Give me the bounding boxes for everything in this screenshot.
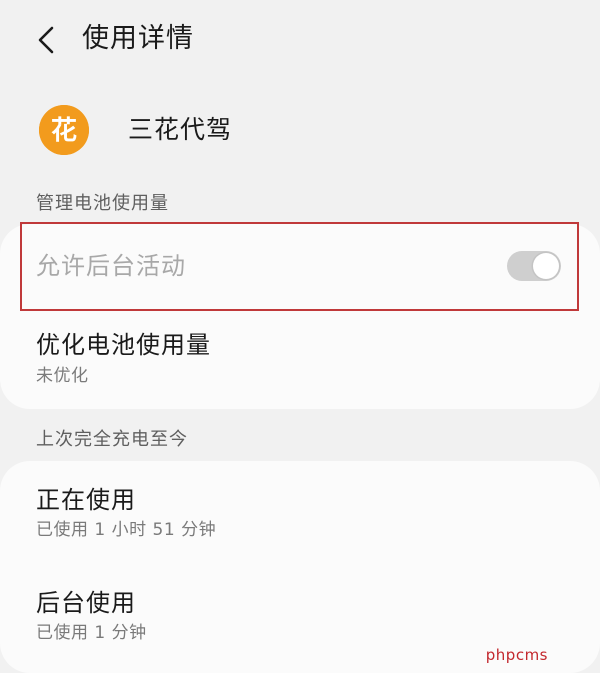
foreground-usage-value: 已使用 1 小时 51 分钟 <box>36 520 217 540</box>
background-usage-title: 后台使用 <box>36 589 136 617</box>
foreground-usage-title: 正在使用 <box>36 486 136 514</box>
background-usage-value: 已使用 1 分钟 <box>36 623 147 643</box>
section-header-battery: 管理电池使用量 <box>36 193 169 214</box>
watermark-text: phpcms <box>485 646 548 664</box>
app-name: 三花代驾 <box>128 115 233 144</box>
optimize-battery-row[interactable]: 优化电池使用量 未优化 <box>0 316 600 409</box>
header-bar: 使用详情 <box>0 0 600 80</box>
chevron-left-icon <box>38 26 54 54</box>
svg-text:花: 花 <box>51 116 77 146</box>
highlight-annotation <box>20 222 579 311</box>
usage-row-foreground[interactable]: 正在使用 已使用 1 小时 51 分钟 <box>0 461 600 565</box>
app-icon: 花 <box>39 105 89 155</box>
section-header-since-charge: 上次完全充电至今 <box>36 429 188 450</box>
optimize-battery-title: 优化电池使用量 <box>36 331 211 359</box>
back-button[interactable] <box>26 18 66 62</box>
optimize-battery-status: 未优化 <box>36 366 89 386</box>
usage-card: 正在使用 已使用 1 小时 51 分钟 后台使用 已使用 1 分钟 <box>0 461 600 673</box>
page-title: 使用详情 <box>82 23 194 54</box>
flower-logo-icon: 花 <box>39 105 89 155</box>
